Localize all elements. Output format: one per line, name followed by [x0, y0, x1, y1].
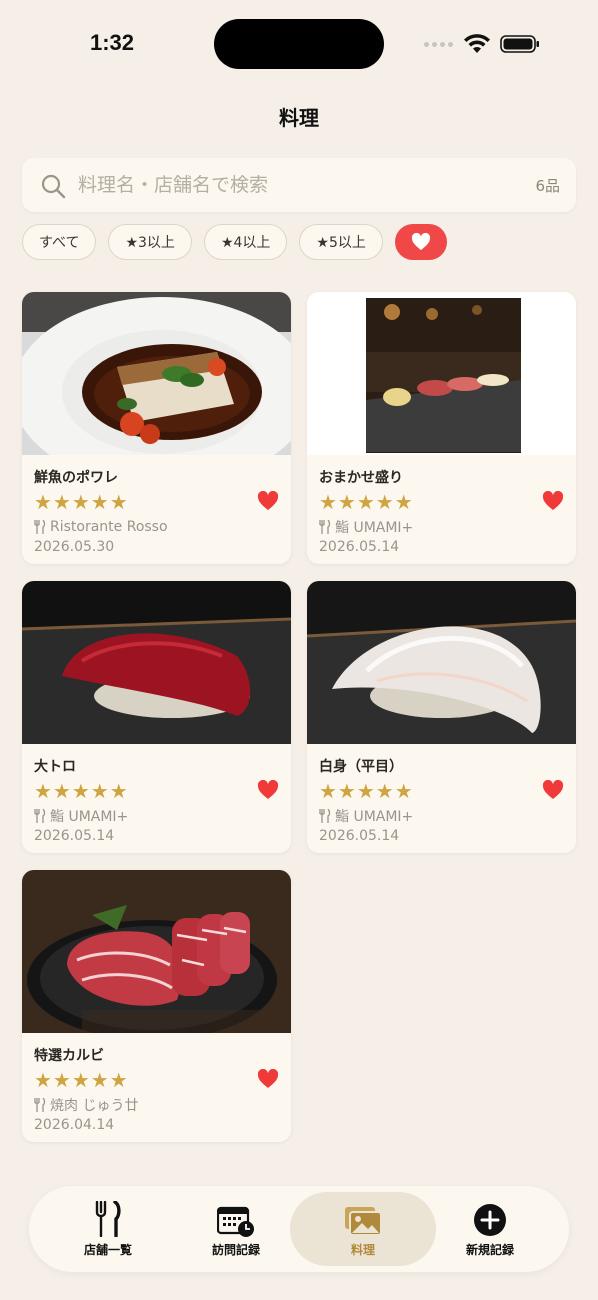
tab-label: 料理 — [350, 1243, 375, 1257]
favorite-heart-icon[interactable] — [257, 1069, 279, 1089]
tab-dishes[interactable]: 料理 — [290, 1192, 436, 1266]
favorite-heart-icon[interactable] — [542, 780, 564, 800]
dish-name: 白身（平目） — [319, 759, 403, 775]
tab-label: 訪問記録 — [211, 1243, 260, 1257]
visit-date: 2026.05.14 — [34, 828, 115, 844]
visit-date: 2026.04.14 — [34, 1117, 115, 1133]
photos-icon — [345, 1207, 382, 1236]
shop-name: Ristorante Rosso — [50, 519, 168, 535]
bottom-tab-bar: 店舗一覧 訪問記録 料理 新規記録 — [29, 1186, 569, 1272]
result-count: 6品 — [535, 177, 560, 195]
dish-card[interactable]: 鮮魚のポワレ ★★★★★ Ristorante Rosso 2026.05.30 — [22, 292, 291, 564]
heart-icon — [411, 233, 430, 251]
rating-stars: ★★★★★ — [319, 779, 414, 803]
filter-5-stars-chip[interactable]: ★5以上 — [299, 224, 383, 260]
battery-icon — [500, 35, 539, 53]
shop-line: 鮨 UMAMI+ — [319, 805, 564, 827]
page-title: 料理 — [279, 106, 319, 130]
favorite-heart-icon[interactable] — [542, 491, 564, 511]
filter-favorite-chip[interactable] — [394, 224, 447, 260]
filter-4-stars-chip[interactable]: ★4以上 — [203, 224, 288, 260]
filter-all-chip[interactable]: すべて — [22, 224, 97, 260]
dish-photo — [307, 581, 576, 744]
plus-circle-icon — [474, 1204, 506, 1236]
dish-photo — [22, 870, 291, 1033]
rating-stars: ★★★★★ — [34, 1068, 129, 1092]
dish-name: 大トロ — [34, 759, 76, 775]
dish-card[interactable]: おまかせ盛り ★★★★★ 鮨 UMAMI+ 2026.05.14 — [307, 292, 576, 564]
search-icon — [41, 174, 66, 199]
tab-shop-list[interactable]: 店舗一覧 — [35, 1192, 181, 1266]
rating-stars: ★★★★★ — [319, 490, 414, 514]
dish-name: 特選カルビ — [34, 1048, 104, 1064]
utensils-icon — [34, 809, 46, 823]
dynamic-island — [214, 19, 384, 69]
wifi-icon — [464, 34, 490, 53]
shop-name: 鮨 UMAMI+ — [335, 520, 414, 536]
visit-date: 2026.05.14 — [319, 828, 400, 844]
shop-line: 鮨 UMAMI+ — [34, 805, 279, 827]
dish-photo — [307, 292, 576, 455]
shop-name: 焼肉 じゅう廿 — [50, 1098, 139, 1114]
shop-name: 鮨 UMAMI+ — [50, 809, 129, 825]
rating-stars: ★★★★★ — [34, 490, 129, 514]
search-input[interactable] — [78, 158, 498, 212]
visit-date: 2026.05.14 — [319, 539, 400, 555]
favorite-heart-icon[interactable] — [257, 780, 279, 800]
status-bar: 1:32 — [0, 0, 598, 90]
dish-photo — [22, 292, 291, 455]
tab-label: 新規記録 — [465, 1243, 514, 1257]
utensils-icon — [34, 520, 46, 534]
dish-card[interactable]: 白身（平目） ★★★★★ 鮨 UMAMI+ 2026.05.14 — [307, 581, 576, 853]
status-time: 1:32 — [90, 30, 135, 55]
shop-line: Ristorante Rosso — [34, 516, 279, 538]
shop-line: 鮨 UMAMI+ — [319, 516, 564, 538]
shop-name: 鮨 UMAMI+ — [335, 809, 414, 825]
tab-label: 店舗一覧 — [83, 1243, 132, 1257]
fork-knife-icon — [95, 1201, 121, 1237]
dish-card[interactable]: 大トロ ★★★★★ 鮨 UMAMI+ 2026.05.14 — [22, 581, 291, 853]
visit-date: 2026.05.30 — [34, 539, 115, 555]
calendar-clock-icon — [217, 1206, 254, 1237]
tab-new-record[interactable]: 新規記録 — [417, 1192, 563, 1266]
filter-3-stars-chip[interactable]: ★3以上 — [108, 224, 192, 260]
utensils-icon — [34, 1098, 46, 1112]
rating-stars: ★★★★★ — [34, 779, 129, 803]
dish-photo — [22, 581, 291, 744]
search-bar: 6品 — [22, 158, 576, 212]
rating-filter-chips: すべて ★3以上 ★4以上 ★5以上 — [22, 224, 447, 260]
utensils-icon — [319, 520, 331, 534]
favorite-heart-icon[interactable] — [257, 491, 279, 511]
utensils-icon — [319, 809, 331, 823]
cellular-signal-icon — [424, 42, 453, 47]
dish-name: 鮮魚のポワレ — [34, 470, 118, 486]
dish-name: おまかせ盛り — [319, 470, 403, 486]
shop-line: 焼肉 じゅう廿 — [34, 1094, 279, 1116]
dish-card[interactable]: 特選カルビ ★★★★★ 焼肉 じゅう廿 2026.04.14 — [22, 870, 291, 1142]
tab-visit-records[interactable]: 訪問記録 — [163, 1192, 309, 1266]
